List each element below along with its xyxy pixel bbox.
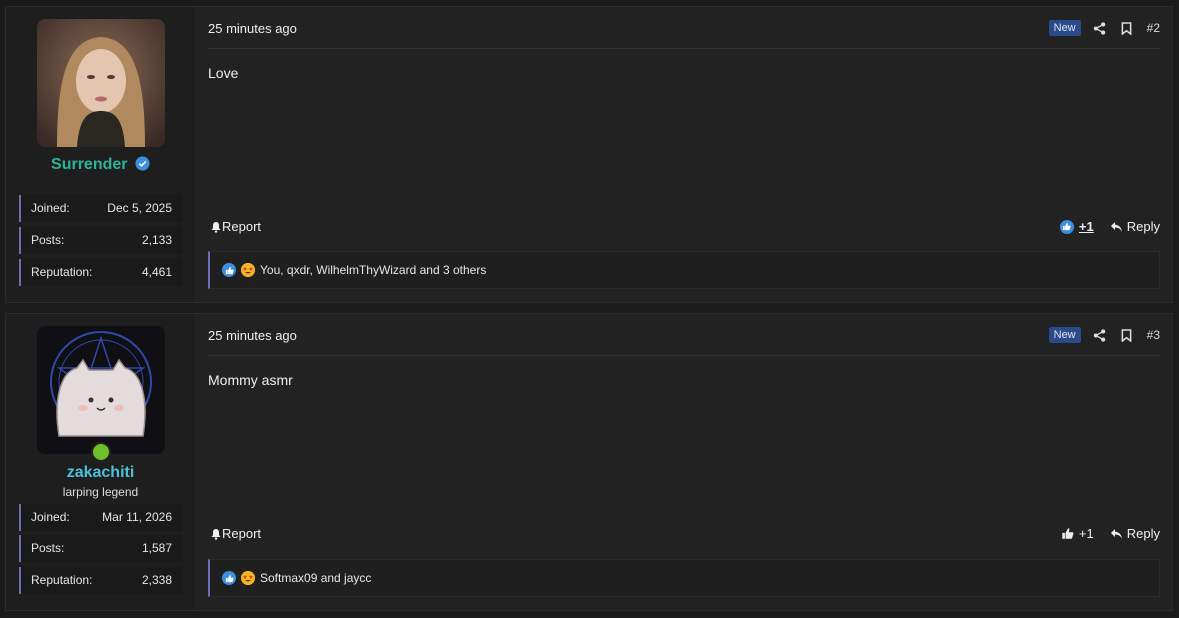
star-struck-icon: [241, 263, 255, 277]
avatar[interactable]: [37, 19, 165, 147]
reactions-bar[interactable]: You, qxdr, WilhelmThyWizard and 3 others: [208, 251, 1160, 289]
stat-posts: Posts: 2,133: [19, 227, 182, 254]
stat-value: 4,461: [141, 265, 172, 279]
post-header-actions: New #3: [1048, 326, 1160, 344]
report-link[interactable]: Report: [210, 219, 261, 234]
username-text[interactable]: Surrender: [51, 156, 127, 173]
like-reaction-icon: [222, 571, 236, 585]
report-link[interactable]: Report: [210, 526, 261, 541]
post-number[interactable]: #3: [1147, 328, 1160, 342]
like-reaction-icon: [222, 263, 236, 277]
post-number[interactable]: #2: [1147, 21, 1160, 35]
stat-value: 2,133: [141, 233, 172, 247]
report-label[interactable]: Report: [222, 526, 261, 541]
post-body: Love: [208, 65, 239, 81]
post-actions: +1 Reply: [1059, 219, 1160, 234]
stat-joined: Joined: Mar 11, 2026: [19, 504, 182, 531]
like-icon[interactable]: [1061, 527, 1074, 540]
bookmark-icon[interactable]: [1120, 21, 1134, 35]
reply-button[interactable]: Reply: [1127, 526, 1160, 541]
like-icon[interactable]: [1059, 219, 1074, 234]
new-badge: New: [1048, 20, 1081, 36]
stat-label: Joined:: [31, 510, 70, 524]
new-badge: New: [1048, 327, 1081, 343]
user-sidebar: zakachiti larping legend Joined: Mar 11,…: [6, 314, 195, 610]
like-count[interactable]: +1: [1079, 526, 1094, 541]
post-header-actions: New #2: [1048, 19, 1160, 37]
username-text[interactable]: zakachiti: [67, 464, 135, 481]
post-time[interactable]: 25 minutes ago: [208, 328, 297, 343]
post-3: zakachiti larping legend Joined: Mar 11,…: [5, 313, 1173, 611]
stat-value: Dec 5, 2025: [107, 201, 172, 215]
verified-icon: [135, 156, 150, 171]
star-struck-icon: [241, 571, 255, 585]
stat-reputation: Reputation: 4,461: [19, 259, 182, 286]
post-actions: +1 Reply: [1061, 526, 1160, 541]
stat-label: Posts:: [31, 233, 65, 247]
reply-icon: [1110, 528, 1122, 539]
reply-button[interactable]: Reply: [1127, 219, 1160, 234]
stat-joined: Joined: Dec 5, 2025: [19, 195, 182, 222]
post-2: Surrender Joined: Dec 5, 2025 Posts: 2,1…: [5, 6, 1173, 303]
share-icon[interactable]: [1093, 328, 1107, 342]
reactions-text[interactable]: Softmax09 and jaycc: [260, 571, 371, 585]
username[interactable]: zakachiti: [6, 464, 195, 482]
divider: [208, 355, 1160, 356]
bell-icon: [211, 221, 221, 233]
stat-reputation: Reputation: 2,338: [19, 567, 182, 594]
stat-label: Joined:: [31, 201, 70, 215]
reactions-bar[interactable]: Softmax09 and jaycc: [208, 559, 1160, 597]
bookmark-icon[interactable]: [1120, 328, 1134, 342]
user-sidebar: Surrender Joined: Dec 5, 2025 Posts: 2,1…: [6, 7, 195, 302]
user-title: larping legend: [62, 485, 139, 499]
bell-icon: [211, 528, 221, 540]
divider: [208, 48, 1160, 49]
stat-label: Posts:: [31, 541, 65, 555]
post-time[interactable]: 25 minutes ago: [208, 21, 297, 36]
post-main: 25 minutes ago New #3 Mommy asmr Report …: [208, 314, 1160, 610]
share-icon[interactable]: [1093, 21, 1107, 35]
reactions-text[interactable]: You, qxdr, WilhelmThyWizard and 3 others: [260, 263, 486, 277]
like-count[interactable]: +1: [1079, 219, 1094, 234]
post-body: Mommy asmr: [208, 372, 293, 388]
stat-value: 1,587: [141, 541, 172, 555]
stat-label: Reputation:: [31, 573, 93, 587]
stat-label: Reputation:: [31, 265, 93, 279]
username[interactable]: Surrender: [6, 156, 195, 174]
post-main: 25 minutes ago New #2 Love Report +1 Rep…: [208, 7, 1160, 302]
stat-value: 2,338: [141, 573, 172, 587]
stat-value: Mar 11, 2026: [102, 510, 172, 524]
avatar[interactable]: [37, 326, 165, 454]
reply-icon: [1110, 221, 1122, 232]
stat-posts: Posts: 1,587: [19, 535, 182, 562]
report-label[interactable]: Report: [222, 219, 261, 234]
online-indicator: [91, 442, 111, 462]
